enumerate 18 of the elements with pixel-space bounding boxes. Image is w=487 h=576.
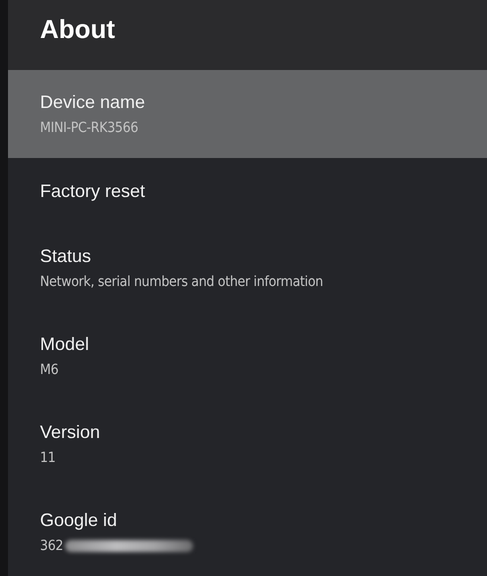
- item-summary: M6: [40, 361, 58, 379]
- item-title: Model: [40, 333, 90, 355]
- item-title: Version: [40, 421, 100, 443]
- item-summary: 362: [40, 537, 64, 555]
- page-title: About: [40, 14, 116, 44]
- item-summary: 11: [40, 449, 56, 467]
- item-summary: Network, serial numbers and other information: [40, 273, 323, 291]
- item-summary: MINI-PC-RK3566: [40, 119, 138, 137]
- item-title: Google id: [40, 509, 118, 531]
- list-item[interactable]: Status Network, serial numbers and other information: [8, 224, 487, 312]
- list-item[interactable]: Version 11: [8, 400, 487, 488]
- item-title: Status: [40, 245, 92, 267]
- list-item[interactable]: Google id 362: [8, 488, 487, 576]
- item-title: Device name: [40, 91, 146, 113]
- list-item[interactable]: Factory reset: [8, 158, 487, 224]
- item-title: Factory reset: [40, 180, 146, 202]
- list-item[interactable]: Model M6: [8, 312, 487, 400]
- list-item[interactable]: Device name MINI-PC-RK3566: [8, 70, 487, 158]
